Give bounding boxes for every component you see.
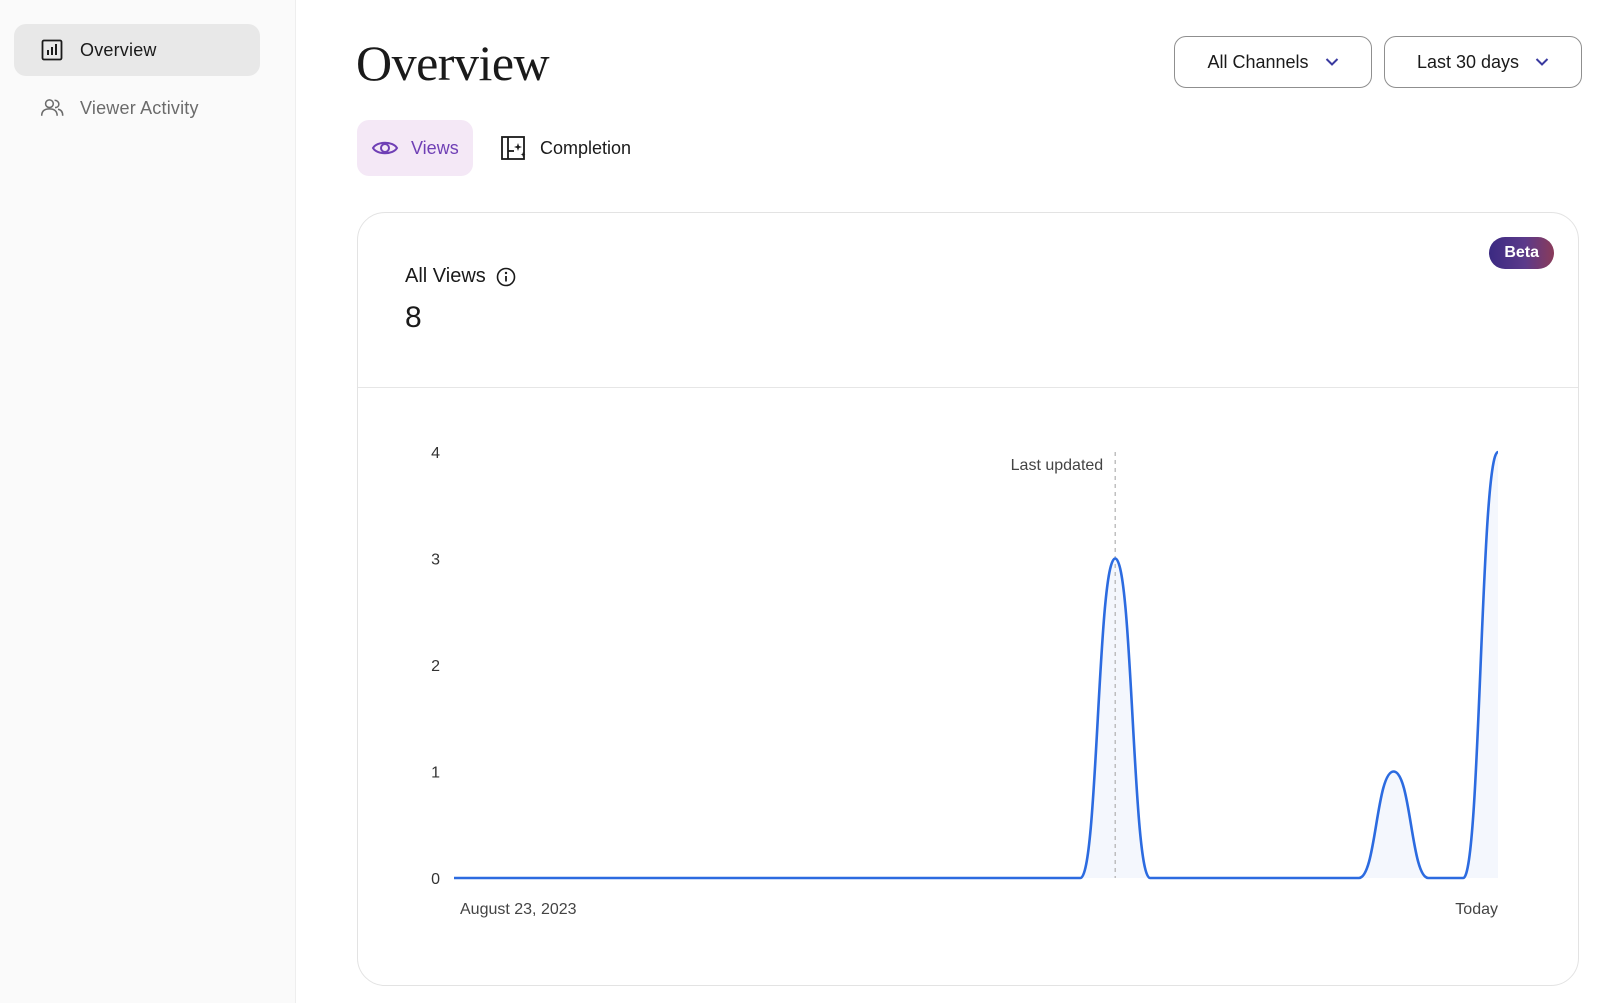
channel-filter-dropdown[interactable]: All Channels	[1174, 36, 1372, 88]
x-start-label: August 23, 2023	[460, 901, 577, 918]
date-range-dropdown[interactable]: Last 30 days	[1384, 36, 1582, 88]
beta-badge: Beta	[1489, 237, 1554, 269]
tab-completion[interactable]: Completion	[500, 120, 631, 176]
bar-chart-icon	[40, 38, 64, 62]
y-tick-label: 3	[431, 552, 440, 569]
y-tick-label: 4	[431, 445, 440, 462]
metric-value: 8	[405, 301, 422, 334]
metric-label: All Views	[405, 265, 486, 287]
info-icon[interactable]	[496, 267, 516, 287]
sidebar-item-label: Overview	[80, 39, 157, 60]
tab-completion-label: Completion	[540, 137, 632, 158]
last-updated-label: Last updated	[1011, 457, 1104, 474]
chevron-down-icon	[1535, 57, 1549, 67]
sidebar-item-viewer-activity[interactable]: Viewer Activity	[14, 82, 260, 134]
x-end-label: Today	[1455, 901, 1498, 918]
tab-views[interactable]: Views	[357, 120, 473, 176]
eye-icon	[371, 138, 399, 158]
sidebar-item-overview[interactable]: Overview	[14, 24, 260, 76]
tab-views-label: Views	[411, 137, 459, 158]
completion-icon	[500, 135, 528, 161]
views-card: Beta All Views 8 0 1 2 3 4 Last updated August…	[357, 212, 1579, 986]
date-range-label: Last 30 days	[1416, 51, 1520, 72]
metric-title: All Views	[405, 265, 516, 288]
y-tick-label: 2	[431, 658, 440, 675]
y-tick-label: 1	[431, 765, 440, 782]
sidebar-item-label: Viewer Activity	[80, 97, 199, 118]
views-line-chart: 0 1 2 3 4 Last updated August 23, 2023 Today	[431, 445, 1500, 918]
page-title: Overview	[356, 35, 550, 91]
sidebar: Overview Viewer Activity	[0, 0, 296, 1003]
channel-filter-label: All Channels	[1207, 51, 1309, 72]
series-line	[454, 450, 1500, 880]
users-icon	[40, 96, 64, 120]
series-area	[454, 452, 1498, 878]
y-tick-label: 0	[431, 871, 440, 888]
chevron-down-icon	[1325, 57, 1339, 67]
